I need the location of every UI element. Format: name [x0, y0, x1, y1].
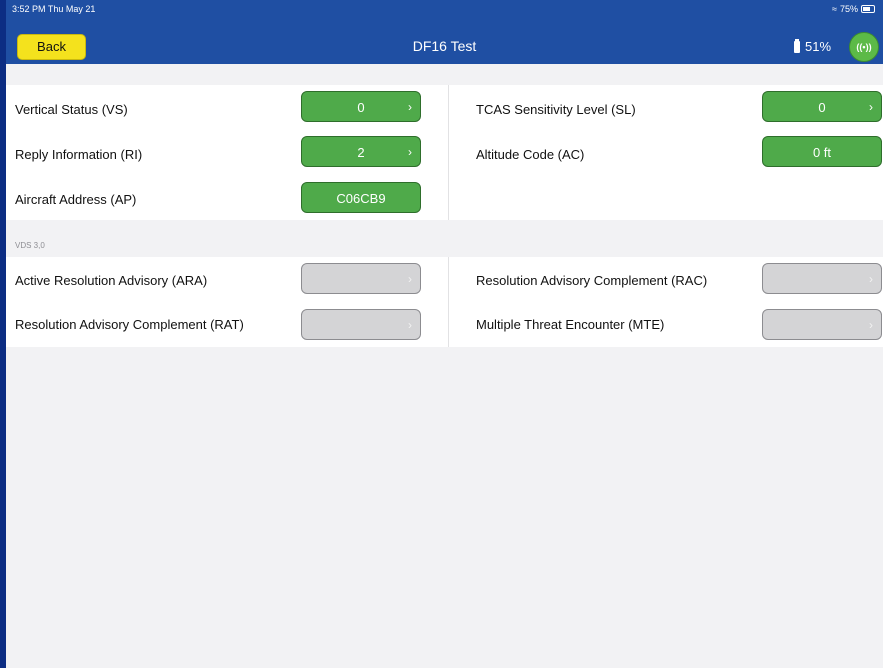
ac-value: 0 ft — [812, 145, 832, 160]
column-divider — [448, 85, 449, 220]
ac-label: Altitude Code (AC) — [476, 147, 585, 162]
chevron-right-icon: › — [408, 318, 412, 332]
section-header-vds: VDS 3,0 — [15, 241, 45, 250]
sl-value: 0 — [818, 100, 826, 115]
rac-label: Resolution Advisory Complement (RAC) — [476, 273, 708, 288]
status-time: 3:52 PM Thu May 21 — [12, 4, 96, 14]
ri-value: 2 — [357, 145, 365, 160]
ap-value: C06CB9 — [336, 191, 386, 206]
chevron-right-icon: › — [869, 318, 873, 332]
ri-label: Reply Information (RI) — [15, 147, 143, 162]
vs-label: Vertical Status (VS) — [15, 102, 128, 117]
device-battery-percent: 51% — [805, 39, 832, 54]
chevron-right-icon: › — [869, 272, 873, 286]
battery-icon — [861, 5, 875, 13]
column-divider — [448, 257, 449, 347]
chevron-right-icon: › — [869, 100, 873, 114]
sl-value-button[interactable]: 0 › — [762, 91, 882, 122]
mte-label: Multiple Threat Encounter (MTE) — [476, 317, 665, 332]
status-battery-percent: 75% — [839, 4, 858, 14]
sl-label: TCAS Sensitivity Level (SL) — [476, 102, 636, 117]
device-battery-icon — [794, 38, 800, 53]
page-title: DF16 Test — [412, 38, 477, 54]
status-indicators: ≈ 75% — [832, 4, 875, 14]
chevron-right-icon: › — [408, 272, 412, 286]
device-battery: 51% — [794, 38, 832, 54]
chevron-right-icon: › — [408, 145, 412, 159]
app-screen: 3:52 PM Thu May 21 ≈ 75% Back DF16 Test … — [6, 0, 883, 668]
ap-value-box: C06CB9 — [301, 182, 421, 213]
ap-label: Aircraft Address (AP) — [15, 192, 137, 207]
ri-value-button[interactable]: 2 › — [301, 136, 421, 167]
vds-section: Active Resolution Advisory (ARA) › Resol… — [6, 257, 883, 347]
rat-value-button[interactable]: › — [301, 309, 421, 340]
mte-value-button[interactable]: › — [762, 309, 882, 340]
rat-label: Resolution Advisory Complement (RAT) — [15, 317, 244, 332]
ara-value-button[interactable]: › — [301, 263, 421, 294]
signal-icon[interactable]: ((•)) — [849, 32, 879, 62]
rac-value-button[interactable]: › — [762, 263, 882, 294]
wifi-icon: ≈ — [832, 4, 837, 14]
top-bar: 3:52 PM Thu May 21 ≈ 75% Back DF16 Test … — [6, 0, 883, 64]
vs-value-button[interactable]: 0 › — [301, 91, 421, 122]
vs-value: 0 — [357, 100, 365, 115]
reply-section: Vertical Status (VS) 0 › Reply Informati… — [6, 85, 883, 220]
ara-label: Active Resolution Advisory (ARA) — [15, 273, 208, 288]
ac-value-box: 0 ft — [762, 136, 882, 167]
chevron-right-icon: › — [408, 100, 412, 114]
